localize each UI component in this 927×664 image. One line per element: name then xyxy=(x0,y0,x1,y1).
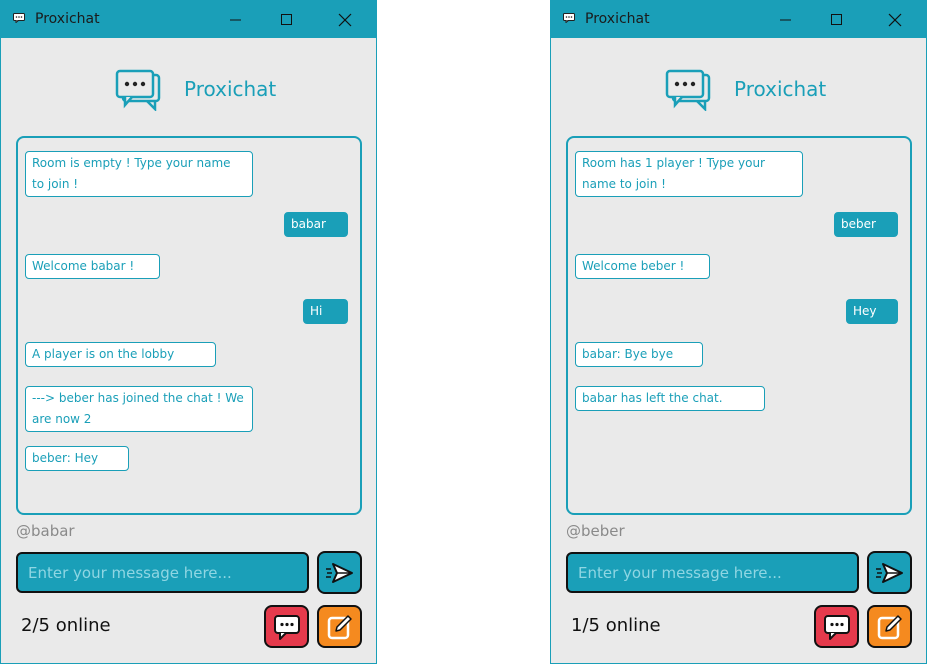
maximize-icon xyxy=(831,13,842,25)
close-button[interactable] xyxy=(322,1,368,38)
chat-log[interactable]: Room is empty ! Type your name to join !… xyxy=(16,136,362,515)
chat-window-beber: Proxichat Proxichat Room has 1 player ! … xyxy=(550,0,927,664)
message-sent: babar xyxy=(284,212,348,237)
chat-bubble-icon xyxy=(823,614,850,640)
maximize-icon xyxy=(281,13,292,25)
chat-log[interactable]: Room has 1 player ! Type your name to jo… xyxy=(566,136,912,515)
message-received: Welcome beber ! xyxy=(575,254,710,279)
send-button[interactable] xyxy=(867,551,912,594)
username-label: @beber xyxy=(566,522,625,540)
chat-button[interactable] xyxy=(264,605,309,648)
message-received: Room has 1 player ! Type your name to jo… xyxy=(575,151,803,197)
message-received: babar: Bye bye xyxy=(575,342,703,367)
message-input-box[interactable] xyxy=(566,552,859,593)
title-bar[interactable]: Proxichat xyxy=(551,1,926,38)
chat-button[interactable] xyxy=(814,605,859,648)
edit-button[interactable] xyxy=(317,605,362,648)
chat-bubbles-logo-icon xyxy=(115,69,161,111)
message-sent: Hey xyxy=(846,299,898,324)
window-title: Proxichat xyxy=(35,11,100,27)
message-received: Room is empty ! Type your name to join ! xyxy=(25,151,253,197)
message-input[interactable] xyxy=(568,554,857,591)
title-bar[interactable]: Proxichat xyxy=(1,1,376,38)
edit-button[interactable] xyxy=(867,605,912,648)
chat-bubbles-logo-icon xyxy=(665,69,711,111)
message-input[interactable] xyxy=(18,554,307,591)
minimize-icon xyxy=(230,19,241,20)
chat-bubble-icon xyxy=(13,13,25,23)
online-count: 1/5 online xyxy=(571,615,661,636)
message-sent: Hi xyxy=(303,299,348,324)
maximize-button[interactable] xyxy=(264,1,310,38)
message-received: A player is on the lobby xyxy=(25,342,216,367)
message-input-box[interactable] xyxy=(16,552,309,593)
chat-bubble-icon xyxy=(563,13,575,23)
maximize-button[interactable] xyxy=(814,1,860,38)
chat-bubble-icon xyxy=(273,614,300,640)
paper-plane-icon xyxy=(325,562,353,583)
username-label: @babar xyxy=(16,522,75,540)
minimize-icon xyxy=(780,19,791,20)
pencil-edit-icon xyxy=(877,614,902,639)
paper-plane-icon xyxy=(875,562,903,583)
close-icon xyxy=(888,13,902,26)
close-button[interactable] xyxy=(872,1,918,38)
minimize-button[interactable] xyxy=(213,1,259,38)
message-received: babar has left the chat. xyxy=(575,386,765,411)
online-count: 2/5 online xyxy=(21,615,111,636)
message-received: beber: Hey xyxy=(25,446,129,471)
chat-window-babar: Proxichat Proxichat Room is empty ! Type… xyxy=(0,0,377,664)
send-button[interactable] xyxy=(317,551,362,594)
window-title: Proxichat xyxy=(585,11,650,27)
minimize-button[interactable] xyxy=(763,1,809,38)
message-sent: beber xyxy=(834,212,898,237)
app-logo-text: Proxichat xyxy=(184,77,277,101)
message-received: ---> beber has joined the chat ! We are … xyxy=(25,386,253,432)
app-logo-text: Proxichat xyxy=(734,77,827,101)
close-icon xyxy=(338,13,352,26)
message-received: Welcome babar ! xyxy=(25,254,160,279)
pencil-edit-icon xyxy=(327,614,352,639)
